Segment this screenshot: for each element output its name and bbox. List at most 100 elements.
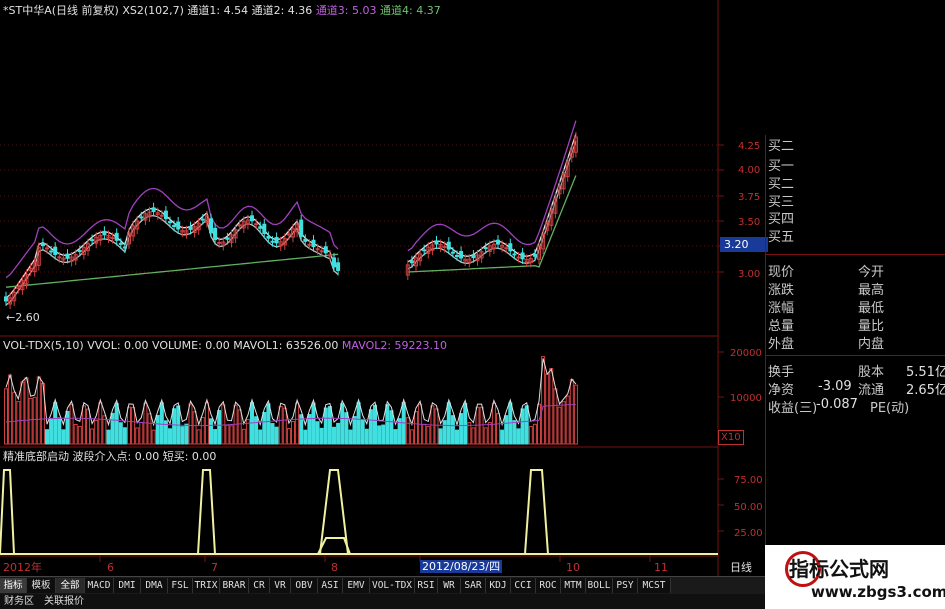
volume-bar bbox=[409, 429, 414, 445]
quote-label: 现价 bbox=[768, 265, 795, 280]
volume-bar bbox=[459, 413, 464, 445]
candle-body bbox=[323, 246, 328, 254]
stat-value: 2.65亿 bbox=[906, 383, 945, 398]
volume-bar bbox=[8, 374, 13, 445]
tab-cci[interactable]: CCI bbox=[511, 578, 536, 593]
candle-body bbox=[114, 232, 119, 241]
candle-body bbox=[471, 254, 476, 259]
volume-bar bbox=[414, 411, 418, 445]
candle-body bbox=[315, 248, 320, 251]
volume-bar bbox=[209, 418, 213, 445]
volume-bar bbox=[159, 402, 164, 445]
volume-bar bbox=[106, 429, 111, 445]
tab-vol-tdx[interactable]: VOL-TDX bbox=[370, 578, 415, 593]
tab-finance[interactable]: 财务区 bbox=[4, 595, 34, 608]
tab-kdj[interactable]: KDJ bbox=[486, 578, 511, 593]
period-tag[interactable]: 日线 bbox=[730, 561, 752, 574]
channel-4: 通道4: 4.37 bbox=[380, 4, 441, 17]
candle-body bbox=[483, 247, 488, 250]
watermark-title: 指标公式网 bbox=[789, 557, 889, 581]
candle-body bbox=[237, 224, 242, 227]
signal-tick: 50.00 bbox=[734, 502, 763, 513]
tab-related-quote[interactable]: 关联报价 bbox=[44, 595, 84, 608]
tab-wr[interactable]: WR bbox=[438, 578, 461, 593]
candle-body bbox=[520, 252, 525, 260]
channel-1: 通道1: 4.54 bbox=[187, 4, 249, 17]
tab-cr[interactable]: CR bbox=[249, 578, 270, 593]
volume-bar bbox=[528, 426, 533, 445]
volume-bar bbox=[24, 377, 29, 445]
volume-bar bbox=[49, 417, 54, 445]
tab-dma[interactable]: DMA bbox=[141, 578, 168, 593]
volume-bar bbox=[61, 429, 66, 445]
volume-bar bbox=[94, 419, 99, 445]
volume-bar bbox=[524, 405, 529, 445]
stat-label: 收益(三) bbox=[768, 401, 818, 416]
tab-fsl[interactable]: FSL bbox=[168, 578, 193, 593]
tab-mtm[interactable]: MTM bbox=[561, 578, 586, 593]
signal-pulse bbox=[0, 469, 15, 555]
time-label: 10 bbox=[566, 561, 580, 574]
candle-body bbox=[336, 262, 341, 271]
volume-bar bbox=[356, 402, 361, 445]
volume-bar bbox=[282, 407, 287, 445]
volume-bar bbox=[512, 420, 517, 445]
candle-body bbox=[77, 250, 82, 253]
volume-bar bbox=[315, 421, 320, 445]
tab-vr[interactable]: VR bbox=[270, 578, 291, 593]
tab-mcst[interactable]: MCST bbox=[638, 578, 671, 593]
tab-trix[interactable]: TRIX bbox=[193, 578, 220, 593]
tab-roc[interactable]: ROC bbox=[536, 578, 561, 593]
volume-bar bbox=[348, 429, 353, 445]
tab-指标[interactable]: 指标 bbox=[0, 578, 27, 593]
quote-label: 今开 bbox=[858, 265, 885, 280]
tab-boll[interactable]: BOLL bbox=[586, 578, 613, 593]
volume-bar bbox=[73, 423, 78, 445]
price-tick: 3.75 bbox=[738, 192, 761, 203]
volume-bar bbox=[323, 407, 328, 445]
volume-bar bbox=[237, 409, 242, 445]
mavol1-value: MAVOL1: 63526.00 bbox=[233, 339, 339, 352]
tab-sar[interactable]: SAR bbox=[461, 578, 486, 593]
tab-asi[interactable]: ASI bbox=[318, 578, 343, 593]
tab-rsi[interactable]: RSI bbox=[415, 578, 438, 593]
candle-body bbox=[516, 256, 521, 259]
volume-bar bbox=[77, 425, 82, 445]
tab-全部[interactable]: 全部 bbox=[56, 578, 85, 593]
tab-macd[interactable]: MACD bbox=[85, 578, 114, 593]
tab-emv[interactable]: EMV bbox=[343, 578, 370, 593]
candle-body bbox=[459, 251, 464, 259]
quote-label: 内盘 bbox=[858, 337, 885, 352]
tab-dmi[interactable]: DMI bbox=[114, 578, 141, 593]
candle-body bbox=[409, 260, 414, 264]
candle-body bbox=[311, 239, 316, 248]
candle-body bbox=[176, 221, 181, 230]
tab-brar[interactable]: BRAR bbox=[220, 578, 249, 593]
volume-bar bbox=[143, 402, 148, 445]
volume-bar bbox=[196, 429, 201, 445]
candle-body bbox=[286, 233, 291, 236]
time-label: 7 bbox=[211, 561, 218, 574]
candle-body bbox=[213, 227, 218, 241]
candle-body bbox=[200, 218, 205, 221]
volume-bar bbox=[455, 429, 459, 445]
selected-date[interactable]: 2012/08/23/四 bbox=[420, 560, 503, 573]
candle-body bbox=[319, 250, 324, 253]
volume-bar bbox=[114, 402, 119, 445]
volume-bar bbox=[286, 427, 291, 445]
volume-bar bbox=[557, 406, 562, 445]
volume-bar bbox=[549, 368, 554, 445]
channel-2: 通道2: 4.36 bbox=[251, 4, 313, 17]
volume-bar bbox=[69, 403, 74, 445]
volume-bar bbox=[45, 429, 49, 445]
volume-bar bbox=[463, 402, 468, 445]
tab-obv[interactable]: OBV bbox=[291, 578, 318, 593]
volume-bar bbox=[118, 422, 123, 445]
quote-label: 量比 bbox=[858, 319, 885, 334]
volume-bar bbox=[520, 408, 525, 445]
volume-bar bbox=[4, 388, 8, 445]
tab-psy[interactable]: PSY bbox=[613, 578, 638, 593]
tab-模板[interactable]: 模板 bbox=[27, 578, 56, 593]
candle-body bbox=[299, 219, 304, 237]
candle-body bbox=[532, 253, 537, 257]
